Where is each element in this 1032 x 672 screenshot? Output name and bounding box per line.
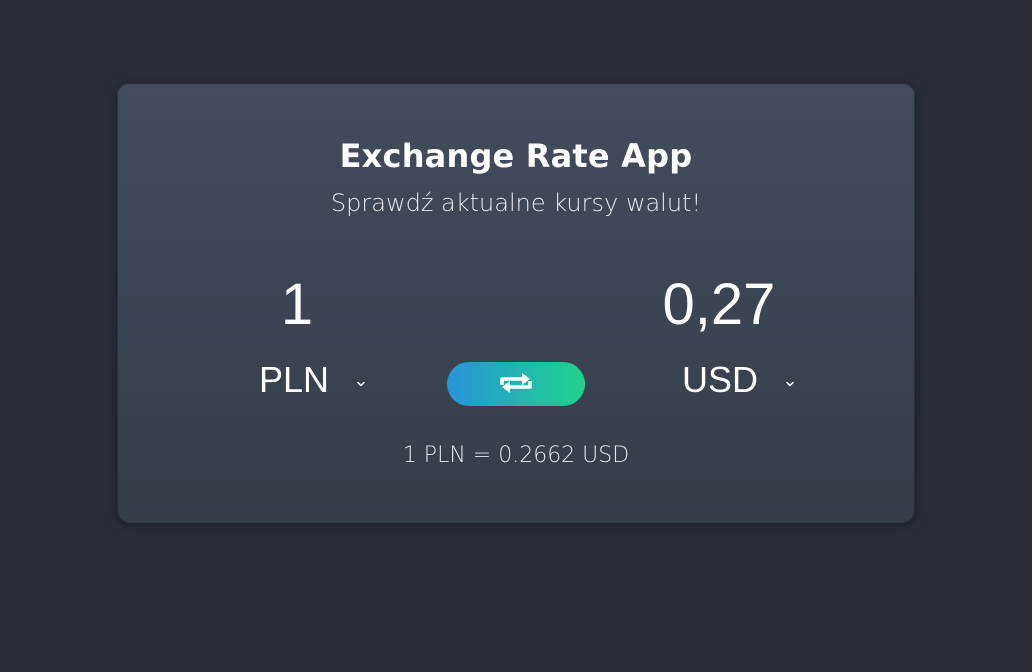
swap-arrows-icon [497, 371, 535, 398]
app-subtitle: Sprawdź aktualne kursy walut! [330, 189, 702, 217]
app-title: Exchange Rate App [339, 137, 693, 175]
from-currency-select[interactable]: PLN [259, 358, 365, 402]
to-currency-select[interactable]: USD [682, 358, 794, 402]
from-currency-label: PLN [259, 359, 330, 400]
chevron-down-icon [786, 373, 794, 387]
chevron-down-icon [357, 373, 365, 387]
to-amount-value: 0,27 [662, 272, 776, 337]
exchange-rate-text: 1 PLN = 0.2662 USD [402, 443, 630, 468]
to-currency-label: USD [682, 359, 759, 400]
from-amount-input[interactable]: 1 [197, 270, 397, 340]
swap-currencies-button[interactable] [447, 362, 585, 406]
